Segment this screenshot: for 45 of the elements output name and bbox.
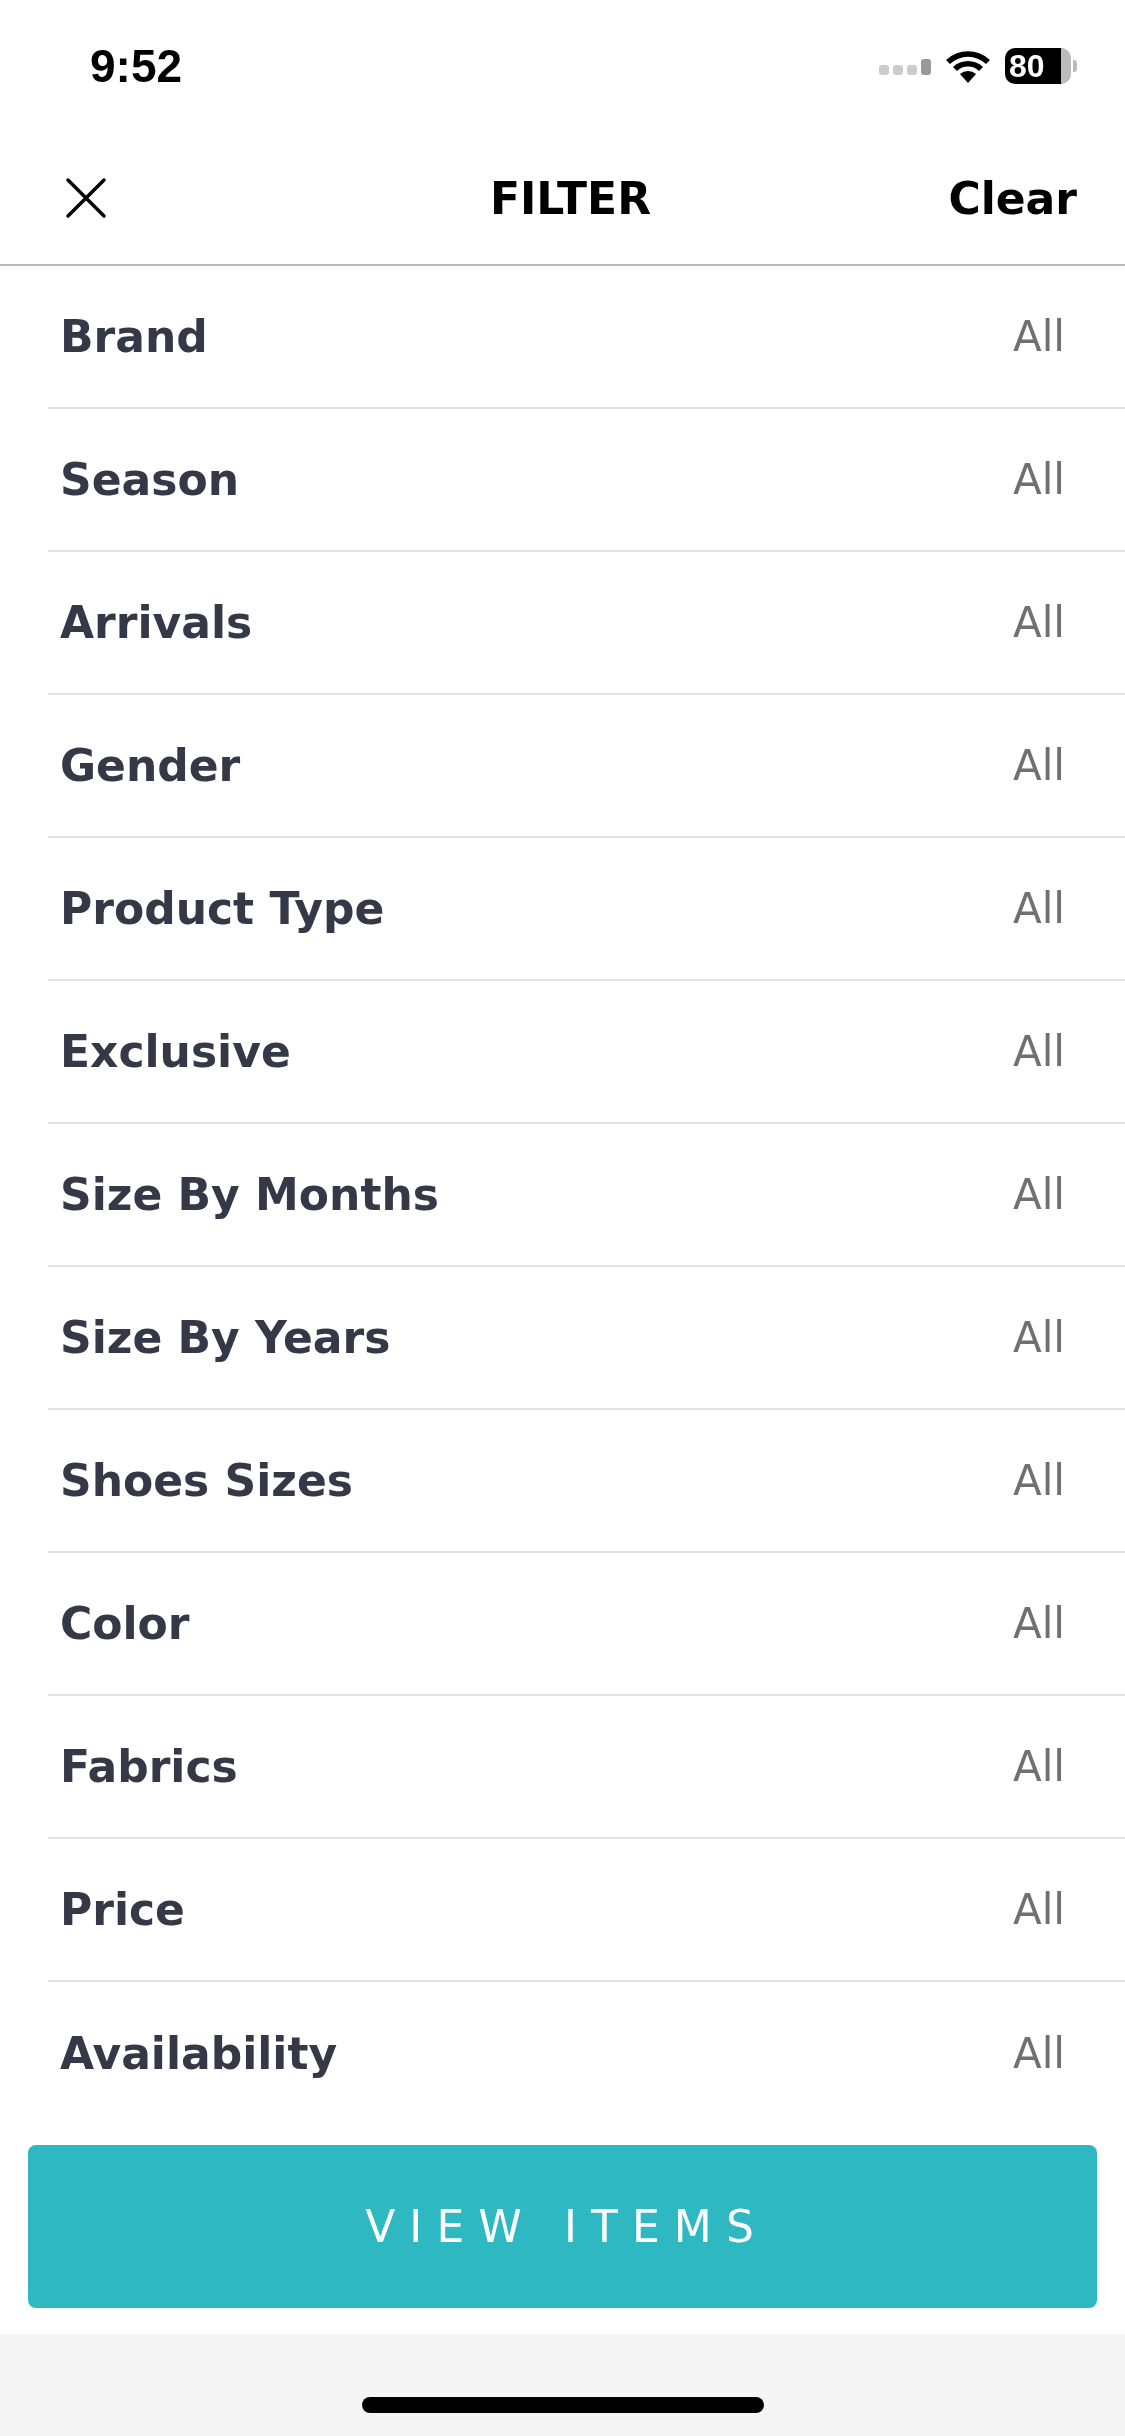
filter-label: Availability xyxy=(60,2028,338,2079)
filter-value: All xyxy=(1012,1170,1065,1219)
filter-label: Color xyxy=(60,1598,190,1649)
filter-value: All xyxy=(1012,598,1065,647)
filter-label: Product Type xyxy=(60,883,385,934)
status-time: 9:52 xyxy=(90,39,183,93)
filter-row[interactable]: Size By Months All xyxy=(48,1124,1125,1267)
filter-label: Fabrics xyxy=(60,1741,238,1792)
filter-value: All xyxy=(1012,312,1065,361)
filter-row[interactable]: Brand All xyxy=(48,266,1125,409)
filter-row[interactable]: Size By Years All xyxy=(48,1267,1125,1410)
signal-icon xyxy=(879,57,931,75)
filter-value: All xyxy=(1012,1313,1065,1362)
filter-row[interactable]: Shoes Sizes All xyxy=(48,1410,1125,1553)
filter-value: All xyxy=(1012,1027,1065,1076)
close-button[interactable] xyxy=(64,176,108,220)
filter-label: Size By Months xyxy=(60,1169,439,1220)
filter-label: Size By Years xyxy=(60,1312,391,1363)
filter-label: Exclusive xyxy=(60,1026,291,1077)
filter-row[interactable]: Color All xyxy=(48,1553,1125,1696)
filter-label: Arrivals xyxy=(60,597,253,648)
filter-row[interactable]: Availability All xyxy=(48,1982,1125,2125)
filter-value: All xyxy=(1012,2029,1065,2078)
filter-row[interactable]: Product Type All xyxy=(48,838,1125,981)
filter-row[interactable]: Gender All xyxy=(48,695,1125,838)
filter-value: All xyxy=(1012,455,1065,504)
filter-row[interactable]: Exclusive All xyxy=(48,981,1125,1124)
filter-label: Season xyxy=(60,454,239,505)
screen-title: FILTER xyxy=(489,172,652,224)
filter-row[interactable]: Arrivals All xyxy=(48,552,1125,695)
filter-label: Brand xyxy=(60,311,208,362)
filter-value: All xyxy=(1012,741,1065,790)
filter-label: Price xyxy=(60,1884,185,1935)
filter-row[interactable]: Fabrics All xyxy=(48,1696,1125,1839)
filter-label: Shoes Sizes xyxy=(60,1455,353,1506)
filter-value: All xyxy=(1012,1742,1065,1791)
clear-button[interactable]: Clear xyxy=(948,172,1077,224)
wifi-icon xyxy=(945,49,991,83)
filter-row[interactable]: Season All xyxy=(48,409,1125,552)
filter-row[interactable]: Price All xyxy=(48,1839,1125,1982)
filter-value: All xyxy=(1012,884,1065,933)
filter-value: All xyxy=(1012,1885,1065,1934)
filter-value: All xyxy=(1012,1456,1065,1505)
filter-value: All xyxy=(1012,1599,1065,1648)
filter-label: Gender xyxy=(60,740,241,791)
